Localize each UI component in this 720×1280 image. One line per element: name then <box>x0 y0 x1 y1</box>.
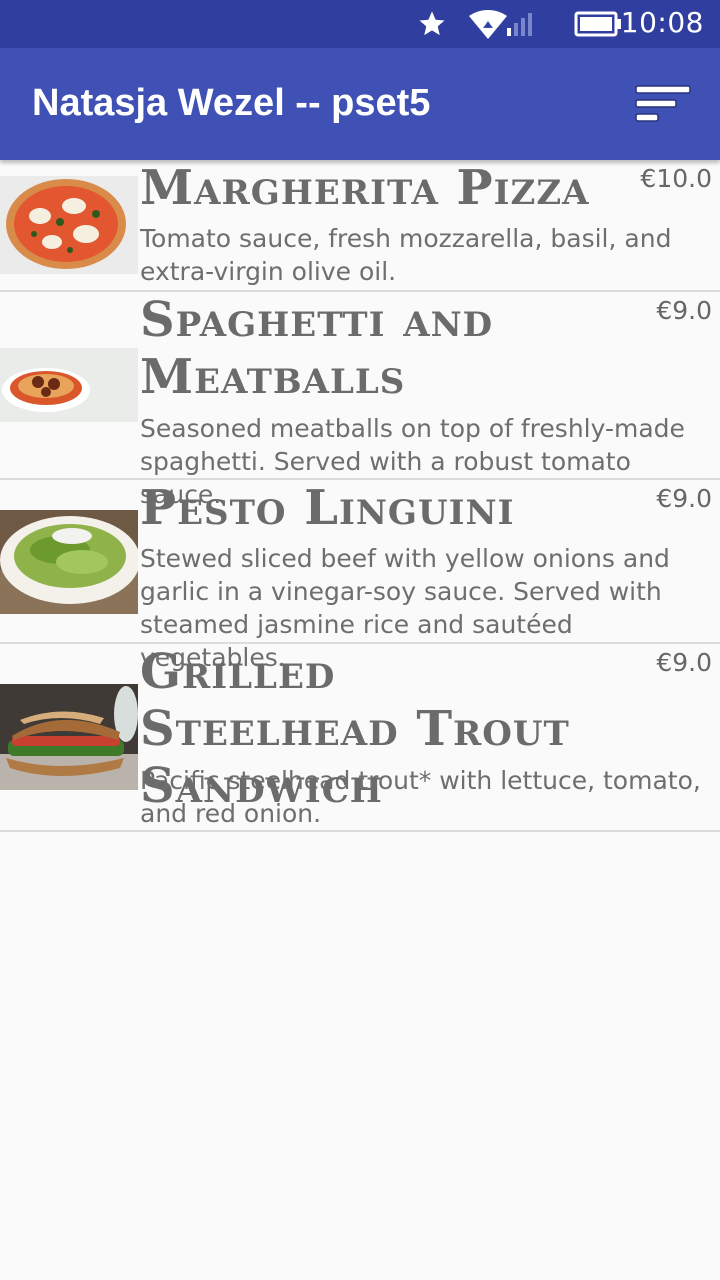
item-price: €9.0 <box>656 484 712 513</box>
wifi-icon <box>469 10 507 39</box>
list-item[interactable]: Margherita Pizza €10.0 Tomato sauce, fre… <box>0 160 720 292</box>
item-price: €10.0 <box>640 164 712 193</box>
status-time: 10:08 <box>620 6 704 39</box>
app-bar: Natasja Wezel -- pset5 <box>0 48 720 160</box>
item-price: €9.0 <box>656 648 712 677</box>
sandwich-photo <box>0 684 138 790</box>
item-description: Pacific steelhead trout* with lettuce, t… <box>140 766 701 828</box>
pesto-photo <box>0 510 138 614</box>
item-description: Tomato sauce, fresh mozzarella, basil, a… <box>140 224 672 286</box>
signal-icon <box>507 13 532 36</box>
app-title: Natasja Wezel -- pset5 <box>32 82 431 124</box>
star-icon <box>419 11 445 36</box>
item-title: Pesto Linguini <box>140 480 515 536</box>
list-item[interactable]: Grilled Steelhead Trout Sandwich €9.0 Pa… <box>0 644 720 832</box>
menu-list: Margherita Pizza €10.0 Tomato sauce, fre… <box>0 160 720 832</box>
sort-icon[interactable] <box>634 84 694 126</box>
list-item[interactable]: Pesto Linguini €9.0 Stewed sliced beef w… <box>0 480 720 672</box>
pizza-photo <box>0 176 138 274</box>
battery-icon <box>574 11 621 37</box>
item-title: Spaghetti and Meatballs <box>140 292 494 405</box>
item-price: €9.0 <box>656 296 712 325</box>
spaghetti-photo <box>0 348 138 422</box>
item-title: Margherita Pizza <box>140 160 590 216</box>
list-item[interactable]: Spaghetti and Meatballs €9.0 Seasoned me… <box>0 292 720 509</box>
status-bar: 10:08 <box>0 0 720 48</box>
